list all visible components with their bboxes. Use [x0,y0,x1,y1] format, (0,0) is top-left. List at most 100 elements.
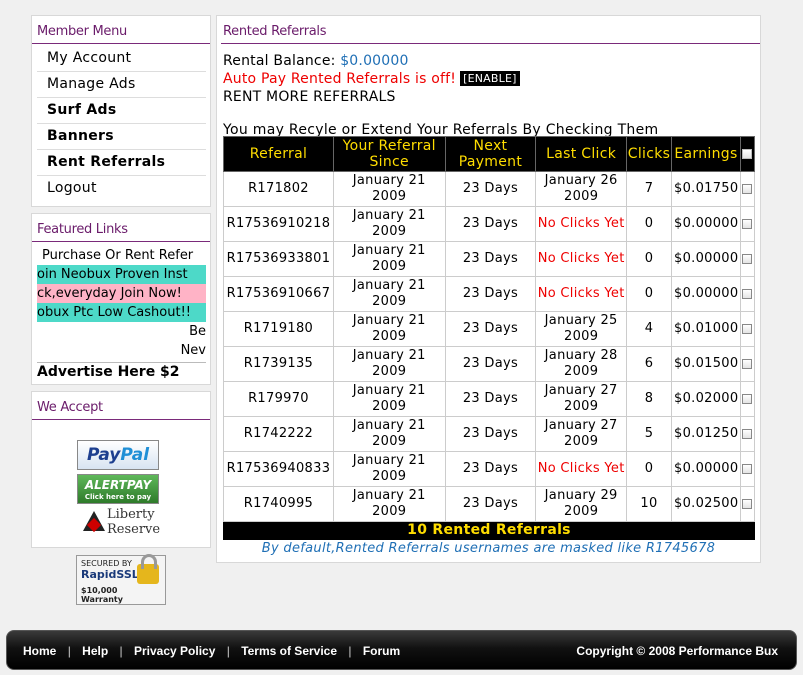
next-payment-cell: 23 Days [444,311,537,347]
referral-cell: R1719180 [223,311,334,347]
footer-link-help[interactable]: Help [82,644,108,658]
referral-checkbox[interactable] [742,218,753,229]
col-header-clicks[interactable]: Clicks [626,136,672,172]
rent-more-referrals-link[interactable]: RENT MORE REFERRALS [223,88,754,106]
paypal-pal-text: Pal [120,445,150,465]
referral-checkbox[interactable] [742,323,753,334]
table-header-row: Referral Your Referral Since Next Paymen… [223,136,756,172]
since-cell: January 21 2009 [332,206,446,242]
we-accept-box: We Accept PayPal ALERTPAY Click here to p… [31,391,211,548]
col-header-next-payment[interactable]: Next Payment [444,136,537,172]
footer-bar: Home | Help | Privacy Policy | Terms of … [6,630,797,670]
referral-cell: R1742222 [223,416,334,452]
paypal-pay-text: Pay [86,445,121,465]
rental-balance-line: Rental Balance: $0.00000 [223,52,754,70]
col-header-earnings[interactable]: Earnings [671,136,741,172]
referral-checkbox[interactable] [742,183,753,194]
masking-note: By default,Rented Referrals usernames ar… [261,541,716,556]
clicks-cell: 7 [626,171,672,207]
referral-checkbox[interactable] [742,253,753,264]
col-header-last-click[interactable]: Last Click [535,136,628,172]
last-click-cell: January 28 2009 [535,346,628,382]
referral-checkbox[interactable] [742,463,753,474]
padlock-icon [137,554,159,584]
table-row: R17536933801 January 21 2009 23 Days No Cli… [223,241,756,277]
footer-link-terms[interactable]: Terms of Service [241,644,337,658]
referral-checkbox[interactable] [742,428,753,439]
referrals-table: Referral Your Referral Since Next Paymen… [223,136,756,540]
referral-checkbox[interactable] [742,393,753,404]
referral-cell: R1739135 [223,346,334,382]
last-click-cell: No Clicks Yet [535,206,628,242]
table-row: R179970 January 21 2009 23 Days January 27 … [223,381,756,417]
rented-referrals-panel: Rented Referrals Rental Balance: $0.0000… [216,15,761,563]
menu-item-manage-ads[interactable]: Manage Ads [37,72,206,98]
since-cell: January 21 2009 [332,241,446,277]
next-payment-cell: 23 Days [444,171,537,207]
earnings-cell: $0.00000 [671,276,741,312]
since-cell: January 21 2009 [332,381,446,417]
select-cell [739,381,756,417]
member-menu: My Account Manage Ads Surf Ads Banners R… [32,44,210,202]
menu-item-banners[interactable]: Banners [37,124,206,150]
last-click-cell: January 25 2009 [535,311,628,347]
select-all-checkbox[interactable] [742,149,753,159]
since-cell: January 21 2009 [332,416,446,452]
referral-checkbox[interactable] [742,358,753,369]
member-menu-title: Member Menu [32,16,210,44]
select-cell [739,241,756,277]
menu-item-my-account[interactable]: My Account [37,46,206,72]
recycle-instructions: You may Recyle or Extend Your Referrals … [223,122,659,138]
payment-logos: PayPal ALERTPAY Click here to pay Liberty… [77,440,160,541]
table-row: R1719180 January 21 2009 23 Days January 25… [223,311,756,347]
earnings-cell: $0.02500 [671,486,741,522]
paypal-logo[interactable]: PayPal [77,440,159,470]
menu-item-logout[interactable]: Logout [37,176,206,202]
referral-cell: R17536910667 [223,276,334,312]
autopay-line: Auto Pay Rented Referrals is off! [ENABLE… [223,70,754,88]
menu-item-rent-referrals[interactable]: Rent Referrals [37,150,206,176]
since-cell: January 21 2009 [332,311,446,347]
select-cell [739,346,756,382]
menu-item-surf-ads[interactable]: Surf Ads [37,98,206,124]
featured-link[interactable]: obux Ptc Low Cashout!! [37,303,206,322]
advertise-here-link[interactable]: Advertise Here $2 [37,362,206,381]
next-payment-cell: 23 Days [444,451,537,487]
featured-link[interactable]: Purchase Or Rent Refer [37,246,206,265]
col-header-referral[interactable]: Referral [223,136,334,172]
rapidssl-badge[interactable]: SECURED BY RapidSSL $10,000 Warranty [76,554,166,605]
select-cell [739,311,756,347]
rental-balance-value: $0.00000 [340,53,409,69]
earnings-cell: $0.01750 [671,171,741,207]
featured-link[interactable]: ck,everyday Join Now! [37,284,206,303]
earnings-cell: $0.00000 [671,241,741,277]
referral-checkbox[interactable] [742,288,753,299]
next-payment-cell: 23 Days [444,346,537,382]
referral-cell: R179970 [223,381,334,417]
enable-autopay-button[interactable]: [ENABLE] [460,71,520,86]
table-row: R171802 January 21 2009 23 Days January 26 … [223,171,756,207]
table-row: R1740995 January 21 2009 23 Days January 29… [223,486,756,522]
featured-link[interactable]: oin Neobux Proven Inst [37,265,206,284]
member-menu-box: Member Menu My Account Manage Ads Surf A… [31,15,211,207]
alertpay-logo[interactable]: ALERTPAY Click here to pay [77,474,159,504]
since-cell: January 21 2009 [332,346,446,382]
last-click-cell: January 26 2009 [535,171,628,207]
select-cell [739,171,756,207]
featured-link[interactable]: Nev [37,341,206,360]
footer-link-forum[interactable]: Forum [363,644,400,658]
featured-link[interactable]: Be [37,322,206,341]
select-all-cell [739,136,756,172]
referral-checkbox[interactable] [742,498,753,509]
table-row: R17536910667 January 21 2009 23 Days No Cli… [223,276,756,312]
since-cell: January 21 2009 [332,451,446,487]
footer-link-home[interactable]: Home [23,644,56,658]
we-accept-title: We Accept [32,392,210,420]
since-cell: January 21 2009 [332,486,446,522]
footer-link-privacy-policy[interactable]: Privacy Policy [134,644,215,658]
featured-links-box: Featured Links Purchase Or Rent Refer oi… [31,213,211,385]
rental-balance-label: Rental Balance: [223,53,336,69]
clicks-cell: 0 [626,276,672,312]
col-header-since[interactable]: Your Referral Since [332,136,446,172]
next-payment-cell: 23 Days [444,276,537,312]
